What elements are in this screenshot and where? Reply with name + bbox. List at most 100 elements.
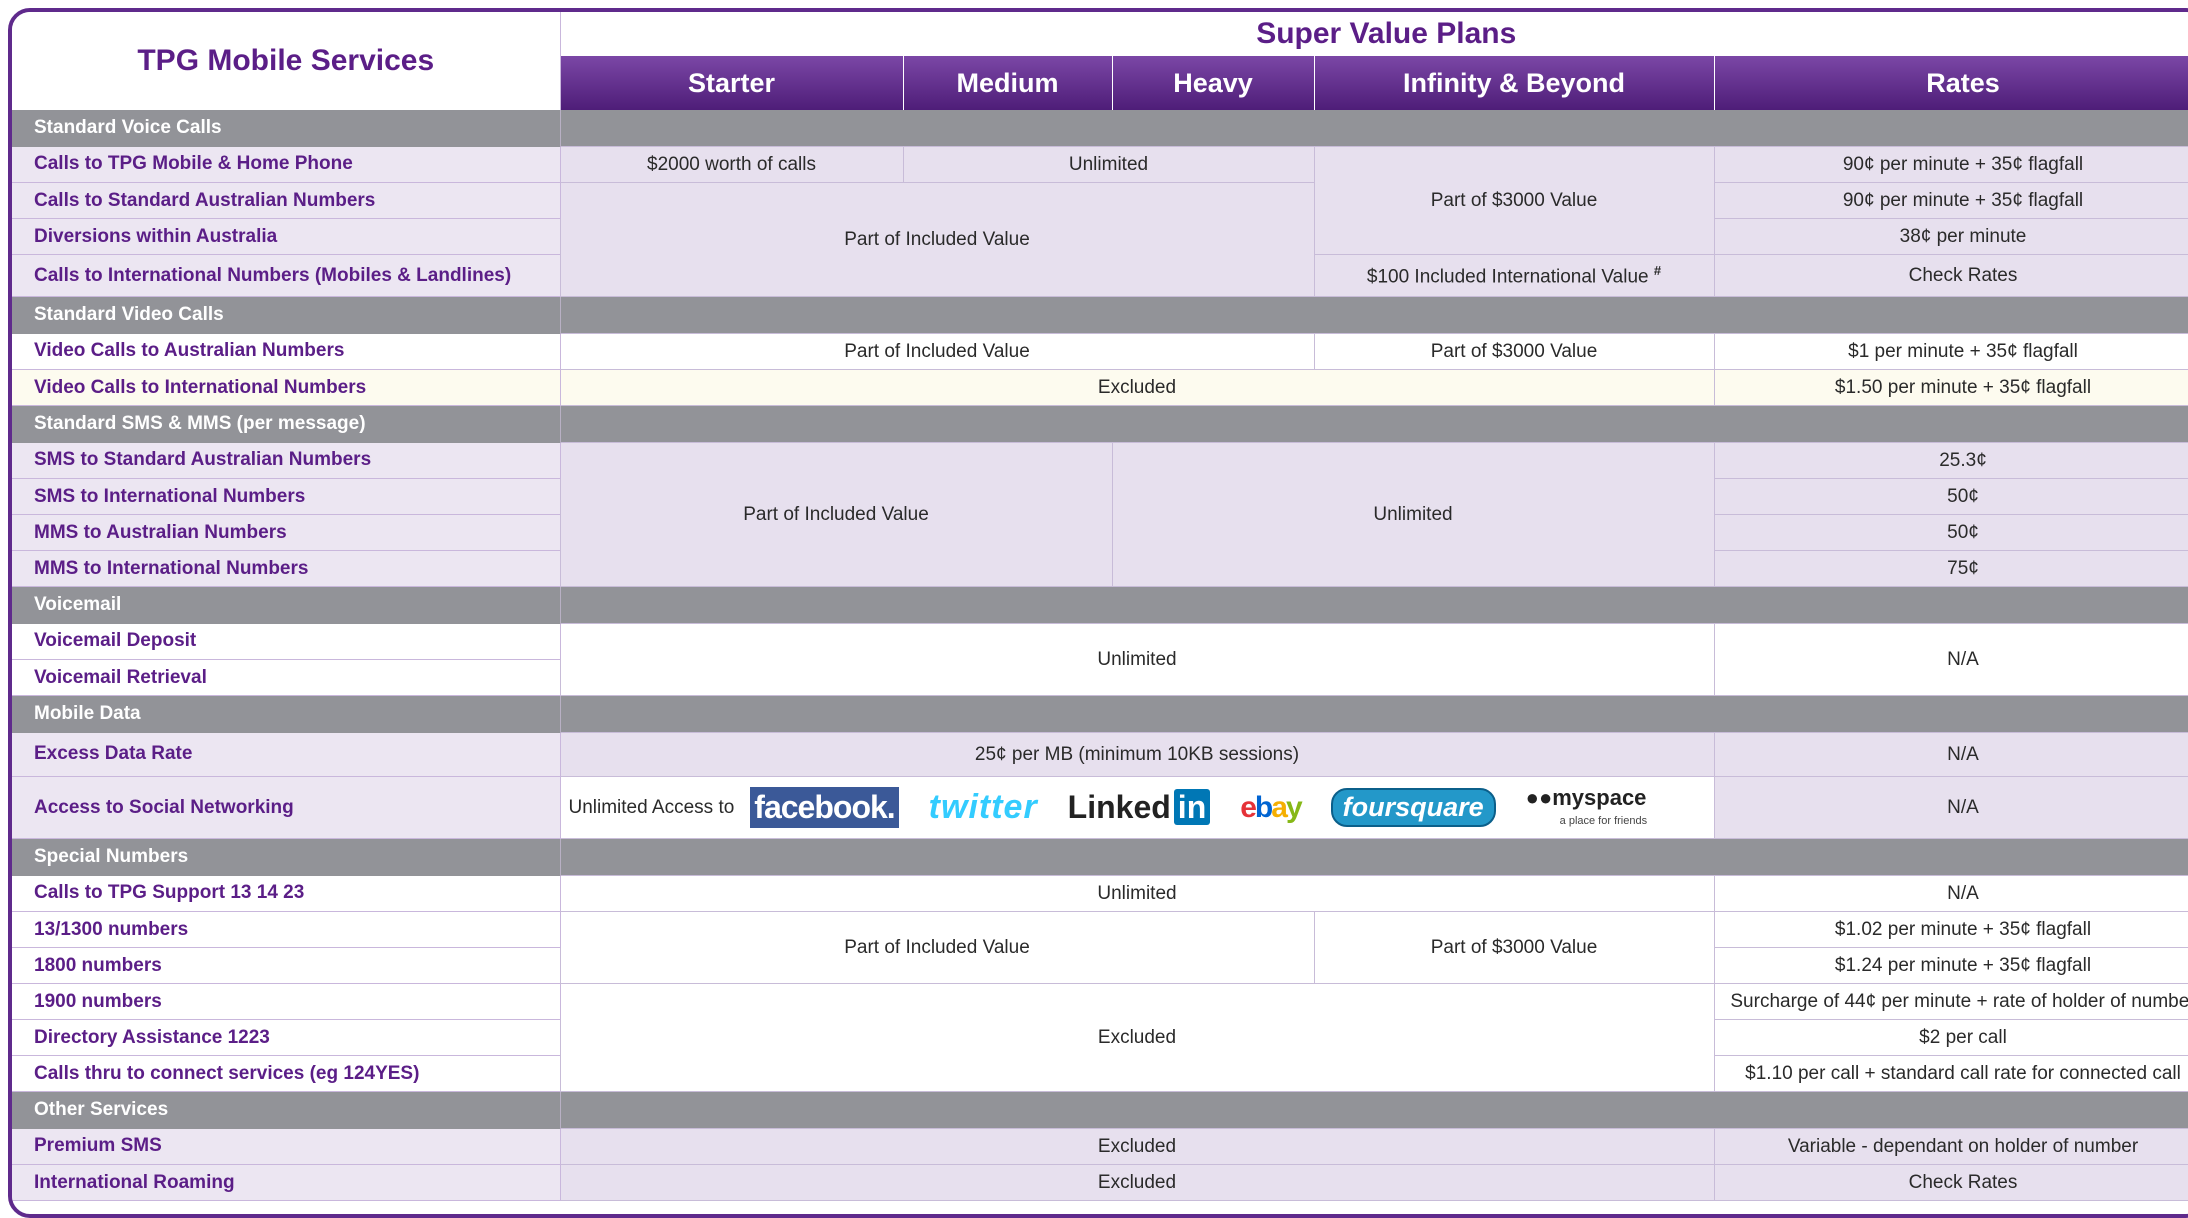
ebay-letter-e: e (1240, 790, 1257, 824)
ebay-letter-y: y (1285, 790, 1303, 824)
ebay-letter-a: a (1271, 790, 1288, 824)
social-logos-cell: Unlimited Access to facebook. twitter Li… (559, 776, 1715, 839)
row-label: Calls thru to connect services (eg 124YE… (12, 1055, 561, 1092)
section-voice: Standard Voice Calls (12, 110, 2188, 147)
table-row: 1900 numbers Excluded Surcharge of 44¢ p… (12, 983, 2188, 1092)
cell-value: Unlimited (1111, 442, 1715, 587)
rate-value: 38¢ per minute (1713, 218, 2188, 255)
table-row: Calls to Standard Australian Numbers Par… (12, 182, 2188, 297)
section-label: Voicemail (12, 586, 561, 624)
row-label: Video Calls to International Numbers (12, 369, 561, 406)
cell-value: Excluded (559, 1164, 1715, 1201)
facebook-logo: facebook. (750, 787, 899, 828)
twitter-logo: twitter (928, 788, 1038, 826)
cell-value: Excluded (559, 1128, 1715, 1165)
cell-value: $100 Included International Value # (1313, 254, 1715, 297)
col-heavy: Heavy (1112, 56, 1315, 110)
plans-table-frame: TPG Mobile Services Super Value Plans St… (8, 8, 2188, 1218)
rate-value: $1.50 per minute + 35¢ flagfall (1713, 369, 2188, 406)
col-infinity: Infinity & Beyond (1314, 56, 1715, 110)
rate-value: Check Rates (1713, 1164, 2188, 1201)
cell-value: Excluded (559, 369, 1715, 406)
cell-value: Unlimited (559, 623, 1715, 696)
table-row: Video Calls to Australian Numbers Part o… (12, 333, 2188, 370)
rate-value: N/A (1713, 623, 2188, 696)
linkedin-logo: Linked in (1068, 789, 1211, 826)
cell-value: Part of Included Value (559, 182, 1315, 297)
row-label: MMS to International Numbers (12, 550, 561, 587)
myspace-text: myspace (1552, 785, 1647, 810)
rate-value: Variable - dependant on holder of number (1713, 1128, 2188, 1165)
col-starter: Starter (560, 56, 904, 110)
cell-value: Unlimited (902, 146, 1315, 183)
row-label: Calls to TPG Support 13 14 23 (12, 875, 561, 912)
section-label: Standard SMS & MMS (per message) (12, 405, 561, 443)
col-medium: Medium (903, 56, 1113, 110)
linkedin-text: Linked (1067, 789, 1171, 825)
section-label: Other Services (12, 1091, 561, 1129)
plans-table: TPG Mobile Services Super Value Plans St… (12, 12, 2188, 1201)
row-label: 1800 numbers (12, 947, 561, 984)
row-label: Excess Data Rate (12, 732, 561, 777)
rate-value: $1.02 per minute + 35¢ flagfall (1713, 911, 2188, 948)
table-row: Access to Social Networking Unlimited Ac… (12, 776, 2188, 839)
section-other: Other Services (12, 1091, 2188, 1129)
rate-value: 75¢ (1713, 550, 2188, 587)
plans-title: Super Value Plans (560, 12, 2188, 56)
brand-title: TPG Mobile Services (12, 12, 561, 110)
row-label: Calls to International Numbers (Mobiles … (12, 254, 561, 297)
cell-value: Part of Included Value (559, 911, 1315, 984)
table-row: International Roaming Excluded Check Rat… (12, 1164, 2188, 1201)
row-label: SMS to Standard Australian Numbers (12, 442, 561, 479)
row-label: Access to Social Networking (12, 776, 561, 839)
table-row: Excess Data Rate 25¢ per MB (minimum 10K… (12, 732, 2188, 777)
rate-value: $1.24 per minute + 35¢ flagfall (1713, 947, 2188, 984)
rate-value: 50¢ (1713, 514, 2188, 551)
ebay-logo: ebay (1240, 790, 1303, 825)
rate-value: 25.3¢ (1713, 442, 2188, 479)
cell-value: Part of Included Value (559, 442, 1113, 587)
section-sms: Standard SMS & MMS (per message) (12, 405, 2188, 443)
row-label: Video Calls to Australian Numbers (12, 333, 561, 370)
row-label: Voicemail Deposit (12, 623, 561, 660)
rate-value: N/A (1713, 875, 2188, 912)
row-label: MMS to Australian Numbers (12, 514, 561, 551)
rate-value: Check Rates (1713, 254, 2188, 297)
myspace-tagline: a place for friends (1559, 815, 1648, 827)
rate-value: $1 per minute + 35¢ flagfall (1713, 333, 2188, 370)
foursquare-logo: foursquare (1330, 788, 1496, 827)
row-label: Directory Assistance 1223 (12, 1019, 561, 1056)
rate-value: $1.10 per call + standard call rate for … (1713, 1055, 2188, 1092)
row-label: Voicemail Retrieval (12, 659, 561, 696)
cell-value: Part of $3000 Value (1313, 333, 1715, 370)
table-row: Video Calls to International Numbers Exc… (12, 369, 2188, 406)
row-label: Diversions within Australia (12, 218, 561, 255)
col-rates: Rates (1714, 56, 2188, 110)
row-label: Premium SMS (12, 1128, 561, 1165)
rate-value: $2 per call (1713, 1019, 2188, 1056)
cell-value: Part of Included Value (559, 333, 1315, 370)
linkedin-in-badge: in (1173, 789, 1211, 825)
rate-value: 90¢ per minute + 35¢ flagfall (1713, 182, 2188, 219)
table-row: 13/1300 numbers Part of Included Value P… (12, 911, 2188, 984)
cell-value: $2000 worth of calls (559, 146, 904, 183)
row-label: Calls to TPG Mobile & Home Phone (12, 146, 561, 183)
rate-value: N/A (1713, 776, 2188, 839)
section-label: Standard Video Calls (12, 296, 561, 334)
row-label: 1900 numbers (12, 983, 561, 1020)
rate-value: 50¢ (1713, 478, 2188, 515)
table-row: Voicemail Deposit Unlimited N/A (12, 623, 2188, 696)
intl-value-text: $100 Included International Value (1366, 266, 1649, 288)
row-label: Calls to Standard Australian Numbers (12, 182, 561, 219)
row-label: SMS to International Numbers (12, 478, 561, 515)
cell-value: Unlimited (559, 875, 1715, 912)
row-label: International Roaming (12, 1164, 561, 1201)
section-special: Special Numbers (12, 838, 2188, 876)
table-row: SMS to Standard Australian Numbers Part … (12, 442, 2188, 587)
section-video: Standard Video Calls (12, 296, 2188, 334)
section-label: Standard Voice Calls (12, 110, 561, 147)
footnote-mark: # (1653, 262, 1662, 278)
ebay-letter-b: b (1254, 790, 1273, 824)
cell-value: Part of $3000 Value (1313, 146, 1715, 255)
unlimited-access-text: Unlimited Access to (568, 796, 735, 818)
